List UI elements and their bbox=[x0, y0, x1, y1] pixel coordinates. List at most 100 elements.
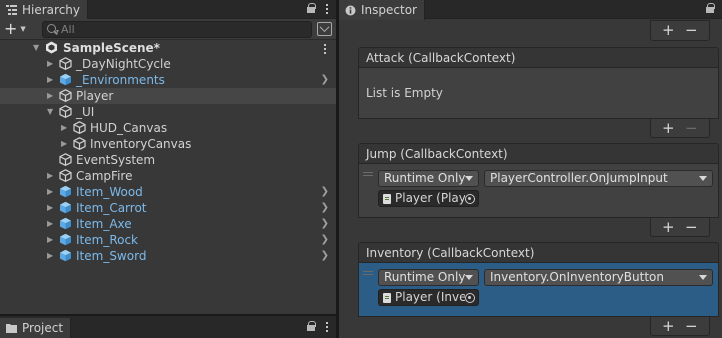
list-footer: + − bbox=[650, 218, 710, 237]
tree-item-item-carrot[interactable]: ▶ Item_Carrot ❯ bbox=[0, 200, 336, 216]
object-field[interactable]: Player (Player bbox=[378, 190, 479, 207]
object-field[interactable]: Player (Inventory bbox=[378, 289, 479, 306]
drag-handle-icon[interactable] bbox=[363, 172, 373, 178]
chevron-right-icon[interactable]: ❯ bbox=[321, 74, 329, 85]
kebab-menu-icon[interactable] bbox=[326, 3, 328, 14]
chevron-right-icon[interactable]: ❯ bbox=[321, 250, 329, 261]
collapse-arrow-icon[interactable]: ▶ bbox=[47, 188, 55, 196]
tree-item-player[interactable]: ▶ Player bbox=[0, 88, 336, 104]
function-dropdown[interactable]: Inventory.OnInventoryButton bbox=[484, 269, 713, 286]
tab-hierarchy[interactable]: Hierarchy bbox=[0, 0, 89, 20]
script-icon bbox=[383, 194, 391, 204]
inspector-tabbar: Inspector bbox=[339, 0, 722, 20]
kebab-menu-icon[interactable] bbox=[326, 321, 328, 332]
gameobject-icon bbox=[59, 89, 72, 102]
collapse-arrow-icon[interactable]: ▶ bbox=[47, 92, 55, 100]
gameobject-icon bbox=[73, 137, 86, 150]
tree-item-ui[interactable]: ▼ _UI bbox=[0, 104, 336, 120]
hierarchy-toolbar: + ▼ ▾ bbox=[0, 19, 336, 40]
collapse-arrow-icon[interactable]: ▶ bbox=[47, 220, 55, 228]
tab-project-label: Project bbox=[22, 321, 64, 335]
event-header: Attack (CallbackContext) bbox=[358, 47, 719, 68]
function-dropdown[interactable]: PlayerController.OnJumpInput bbox=[484, 170, 713, 187]
collapse-arrow-icon[interactable]: ▶ bbox=[47, 60, 55, 68]
create-button[interactable]: + ▼ bbox=[4, 21, 26, 37]
dropdown-arrow-icon bbox=[699, 176, 707, 181]
hierarchy-tabbar: Hierarchy bbox=[0, 0, 336, 20]
add-item-button[interactable]: + bbox=[662, 317, 675, 335]
scene-picker-icon[interactable] bbox=[317, 22, 332, 36]
tab-inspector-label: Inspector bbox=[361, 3, 417, 17]
expand-arrow-icon[interactable]: ▼ bbox=[47, 108, 55, 116]
drag-handle-icon[interactable] bbox=[363, 271, 373, 277]
add-item-button[interactable]: + bbox=[662, 21, 675, 39]
tree-item-daynightcycle[interactable]: ▶ _DayNightCycle bbox=[0, 56, 336, 72]
tree-item-campfire[interactable]: ▶ CampFire bbox=[0, 168, 336, 184]
gameobject-icon bbox=[59, 153, 72, 166]
chevron-right-icon[interactable]: ❯ bbox=[321, 218, 329, 229]
gameobject-icon bbox=[73, 121, 86, 134]
tree-item-label: Item_Rock bbox=[76, 233, 139, 247]
event-header: Inventory (CallbackContext) bbox=[358, 242, 719, 263]
lock-icon[interactable] bbox=[706, 3, 715, 13]
project-panel: Project bbox=[0, 316, 336, 338]
prefab-icon bbox=[59, 185, 72, 198]
collapse-arrow-icon[interactable]: ▶ bbox=[47, 252, 55, 260]
tree-item-inventory-canvas[interactable]: ▶ InventoryCanvas bbox=[0, 136, 336, 152]
tree-item-item-wood[interactable]: ▶ Item_Wood ❯ bbox=[0, 184, 336, 200]
tree-item-eventsystem[interactable]: EventSystem bbox=[0, 152, 336, 168]
collapse-arrow-icon[interactable]: ▶ bbox=[61, 140, 69, 148]
event-list-body: Runtime Only PlayerController.OnJumpInpu… bbox=[358, 164, 719, 218]
script-icon bbox=[383, 293, 391, 303]
tree-item-item-axe[interactable]: ▶ Item_Axe ❯ bbox=[0, 216, 336, 232]
remove-item-button: − bbox=[685, 119, 698, 137]
lock-icon[interactable] bbox=[307, 321, 316, 331]
collapse-arrow-icon[interactable]: ▶ bbox=[47, 204, 55, 212]
collapse-arrow-icon[interactable]: ▶ bbox=[47, 76, 55, 84]
tree-item-environments[interactable]: ▶ _Environments ❯ bbox=[0, 72, 336, 88]
object-picker-icon[interactable] bbox=[465, 293, 475, 303]
tree-item-item-rock[interactable]: ▶ Item_Rock ❯ bbox=[0, 232, 336, 248]
remove-item-button[interactable]: − bbox=[685, 21, 698, 39]
scene-menu-icon[interactable] bbox=[324, 43, 326, 54]
search-dropdown-icon[interactable]: ▾ bbox=[56, 28, 59, 35]
info-icon bbox=[345, 5, 356, 16]
event-list-body-selected: Runtime Only Inventory.OnInventoryButton… bbox=[358, 263, 719, 317]
chevron-right-icon[interactable]: ❯ bbox=[321, 186, 329, 197]
runtime-dropdown[interactable]: Runtime Only bbox=[378, 269, 479, 286]
collapse-arrow-icon[interactable]: ▶ bbox=[61, 124, 69, 132]
prefab-icon bbox=[59, 249, 72, 262]
gameobject-icon bbox=[59, 169, 72, 182]
tree-item-label: Player bbox=[76, 89, 114, 103]
lock-icon[interactable] bbox=[307, 3, 316, 13]
prefab-icon bbox=[59, 217, 72, 230]
tree-item-label: Item_Sword bbox=[76, 249, 147, 263]
search-input[interactable] bbox=[61, 22, 301, 37]
collapse-arrow-icon[interactable]: ▶ bbox=[47, 172, 55, 180]
inspector-panel: Inspector + − Attack (CallbackContext) L… bbox=[339, 0, 722, 338]
remove-item-button[interactable]: − bbox=[685, 218, 698, 236]
add-item-button[interactable]: + bbox=[662, 119, 675, 137]
object-picker-icon[interactable] bbox=[465, 194, 475, 204]
scene-row[interactable]: ▼ SampleScene* bbox=[0, 40, 336, 56]
collapse-arrow-icon[interactable]: ▶ bbox=[47, 236, 55, 244]
dropdown-arrow-icon bbox=[699, 275, 707, 280]
tree-item-hud-canvas[interactable]: ▶ HUD_Canvas bbox=[0, 120, 336, 136]
chevron-right-icon[interactable]: ❯ bbox=[321, 234, 329, 245]
tree-item-label: EventSystem bbox=[76, 153, 156, 167]
list-icon bbox=[6, 5, 17, 16]
folder-icon bbox=[6, 323, 17, 334]
chevron-right-icon[interactable]: ❯ bbox=[321, 202, 329, 213]
tab-project[interactable]: Project bbox=[0, 318, 72, 338]
tree-item-label: CampFire bbox=[76, 169, 133, 183]
expand-arrow-icon[interactable]: ▼ bbox=[33, 44, 41, 52]
add-item-button[interactable]: + bbox=[662, 218, 675, 236]
search-icon bbox=[47, 24, 56, 33]
hierarchy-search[interactable]: ▾ bbox=[42, 21, 312, 38]
remove-item-button[interactable]: − bbox=[685, 317, 698, 335]
runtime-dropdown[interactable]: Runtime Only bbox=[378, 170, 479, 187]
tab-inspector[interactable]: Inspector bbox=[339, 0, 425, 20]
tree-item-label: HUD_Canvas bbox=[90, 121, 168, 135]
tree-item-label: _Environments bbox=[76, 73, 165, 87]
tree-item-item-sword[interactable]: ▶ Item_Sword ❯ bbox=[0, 248, 336, 264]
